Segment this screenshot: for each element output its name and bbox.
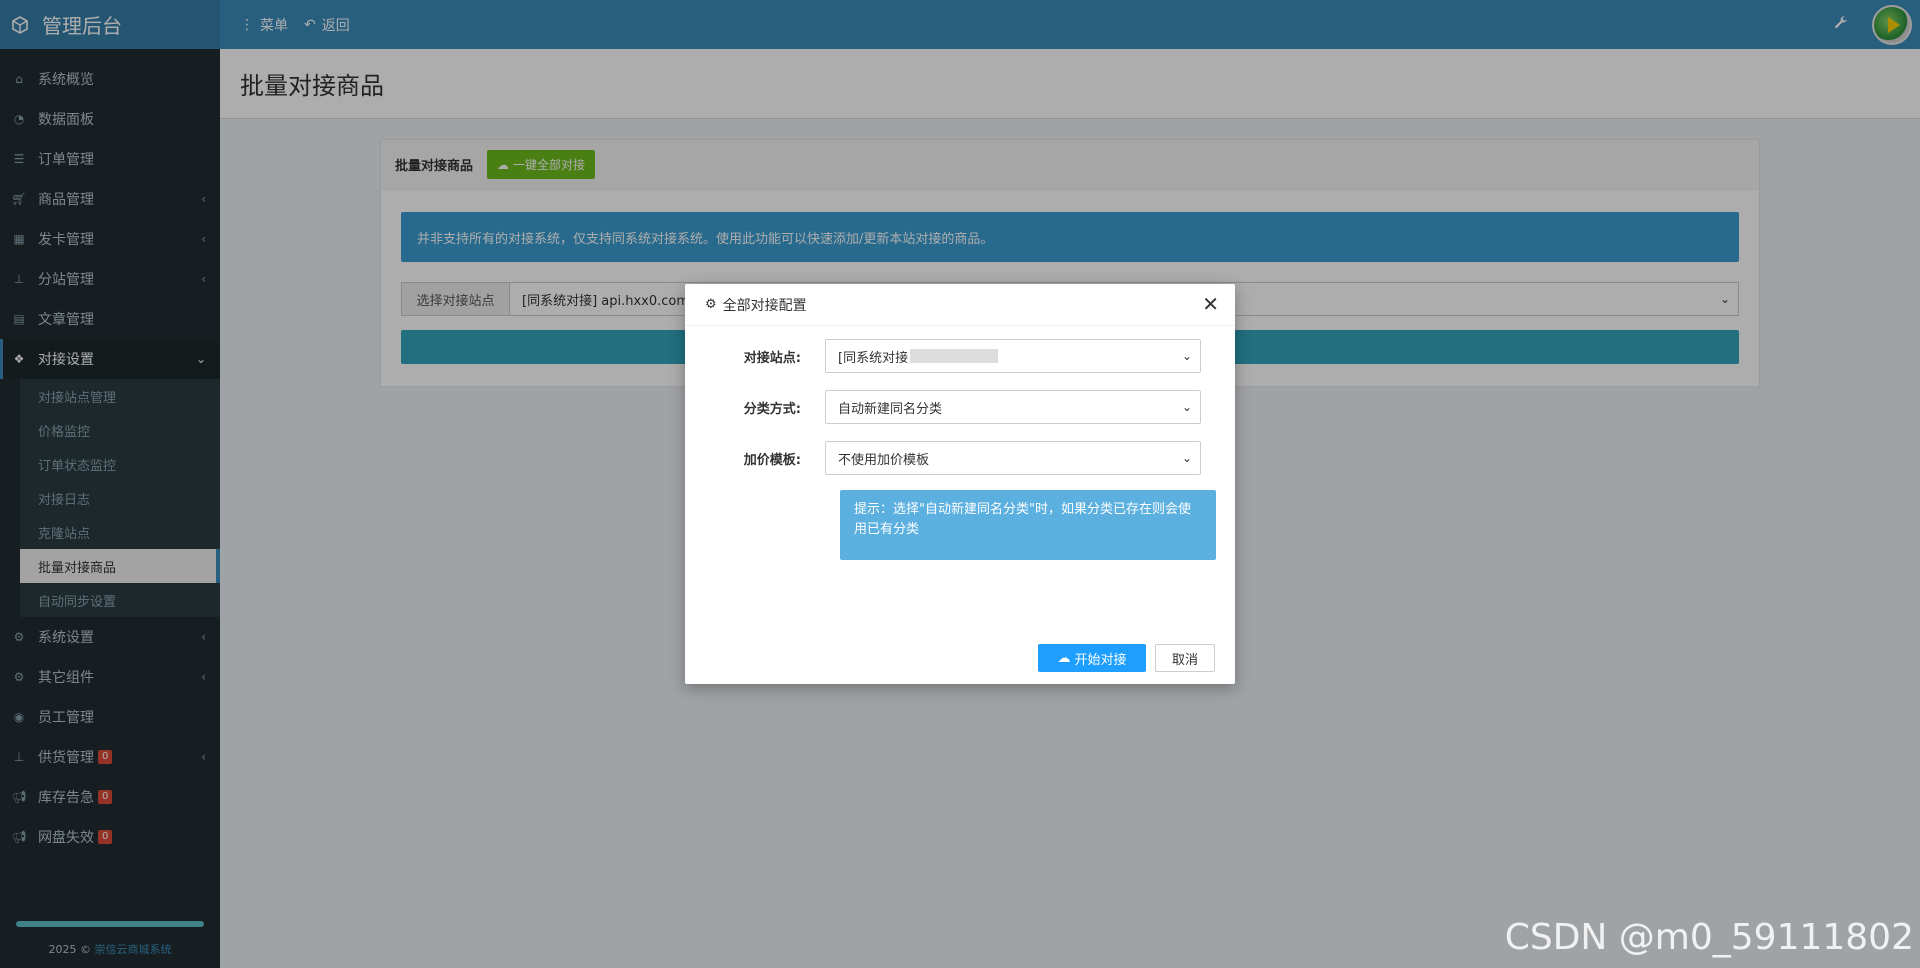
price-template-select[interactable]: 不使用加价模板 ⌄	[825, 441, 1201, 475]
chevron-down-icon: ⌄	[1181, 349, 1192, 363]
redacted-block	[910, 349, 999, 363]
form-row-price: 加价模板: 不使用加价模板 ⌄	[685, 440, 1235, 476]
price-template-label: 加价模板:	[743, 452, 801, 468]
cloud-upload-icon: ☁	[1057, 650, 1071, 666]
hint-box: 提示：选择"自动新建同名分类"时，如果分类已存在则会使用已有分类	[840, 490, 1216, 560]
watermark: CSDN @m0_59111802	[1504, 917, 1914, 958]
start-docking-label: 开始对接	[1074, 652, 1127, 668]
site-label: 对接站点:	[743, 350, 801, 366]
start-docking-button[interactable]: ☁ 开始对接	[1038, 644, 1146, 672]
chevron-down-icon: ⌄	[1181, 451, 1192, 465]
price-template-value: 不使用加价模板	[838, 452, 930, 468]
modal-header: ⚙ 全部对接配置	[685, 284, 1235, 326]
modal-title: 全部对接配置	[722, 297, 807, 314]
cancel-label: 取消	[1171, 652, 1198, 668]
form-row-site: 对接站点: [同系统对接 ⌄	[685, 338, 1235, 374]
category-select[interactable]: 自动新建同名分类 ⌄	[825, 390, 1201, 424]
gear-icon: ⚙	[705, 297, 717, 312]
category-select-value: 自动新建同名分类	[838, 401, 943, 417]
site-select-value: [同系统对接	[838, 350, 909, 366]
cancel-button[interactable]: 取消	[1155, 644, 1215, 672]
category-label: 分类方式:	[743, 401, 801, 417]
close-icon[interactable]: ✕	[1202, 294, 1219, 314]
site-select[interactable]: [同系统对接 ⌄	[825, 339, 1201, 373]
dock-all-config-modal: ⚙ 全部对接配置 ✕ 对接站点: [同系统对接 ⌄ 分类方式: 自动新建同名分类…	[685, 284, 1235, 684]
chevron-down-icon: ⌄	[1181, 400, 1192, 414]
form-row-category: 分类方式: 自动新建同名分类 ⌄	[685, 389, 1235, 425]
